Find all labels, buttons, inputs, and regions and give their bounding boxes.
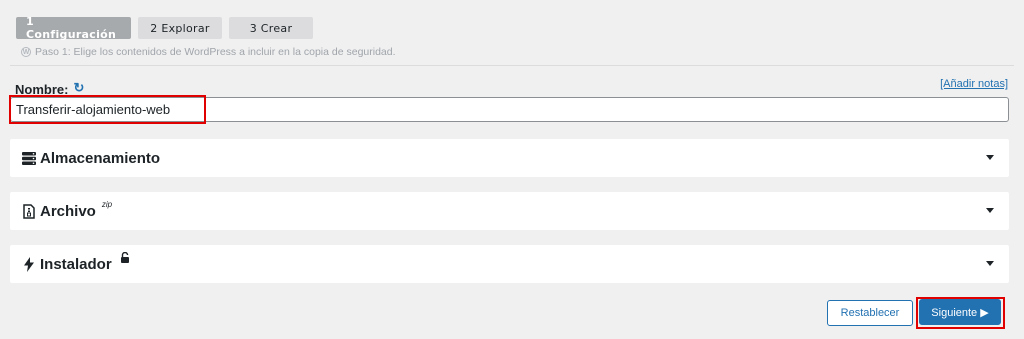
panel-title-instalador: Instalador — [22, 251, 130, 273]
name-label-text: Nombre: — [15, 81, 69, 97]
step-tab-explorar[interactable]: 2 Explorar — [138, 17, 222, 39]
panel-instalador[interactable]: Instalador — [10, 245, 1009, 283]
reset-button[interactable]: Restablecer — [827, 300, 913, 326]
panel-archivo[interactable]: Archivo zip — [10, 192, 1009, 230]
panel-almacenamiento[interactable]: Almacenamiento — [10, 139, 1009, 177]
add-notes-link[interactable]: [Añadir notas] — [940, 78, 1008, 90]
file-zip-icon — [22, 203, 36, 219]
caret-down-icon[interactable] — [986, 261, 994, 266]
panel-title-archivo: Archivo zip — [22, 199, 113, 220]
caret-down-icon[interactable] — [986, 208, 994, 213]
step-tab-crear[interactable]: 3 Crear — [229, 17, 313, 39]
panel-title-almacenamiento: Almacenamiento — [22, 150, 160, 167]
step-help: W Paso 1: Elige los contenidos de WordPr… — [21, 46, 396, 58]
name-input[interactable] — [10, 97, 1009, 122]
panel-label-archivo: Archivo — [40, 202, 96, 220]
unlock-icon — [120, 250, 130, 267]
panel-label-instalador: Instalador — [40, 255, 112, 273]
divider — [10, 65, 1014, 66]
step-help-text: Paso 1: Elige los contenidos de WordPres… — [35, 46, 396, 58]
step-tabs: 1 Configuración 2 Explorar 3 Crear — [16, 15, 313, 41]
panel-sup-zip: zip — [101, 199, 113, 209]
step-tab-configuracion[interactable]: 1 Configuración — [16, 15, 131, 41]
name-label: Nombre: ↻ — [15, 80, 84, 97]
storage-icon — [22, 150, 36, 166]
next-button[interactable]: Siguiente ▶ — [919, 299, 1001, 325]
panel-label-almacenamiento: Almacenamiento — [40, 149, 161, 167]
wordpress-icon: W — [21, 47, 31, 57]
undo-icon[interactable]: ↻ — [73, 80, 84, 96]
caret-down-icon[interactable] — [986, 155, 994, 160]
bolt-icon — [22, 256, 36, 272]
